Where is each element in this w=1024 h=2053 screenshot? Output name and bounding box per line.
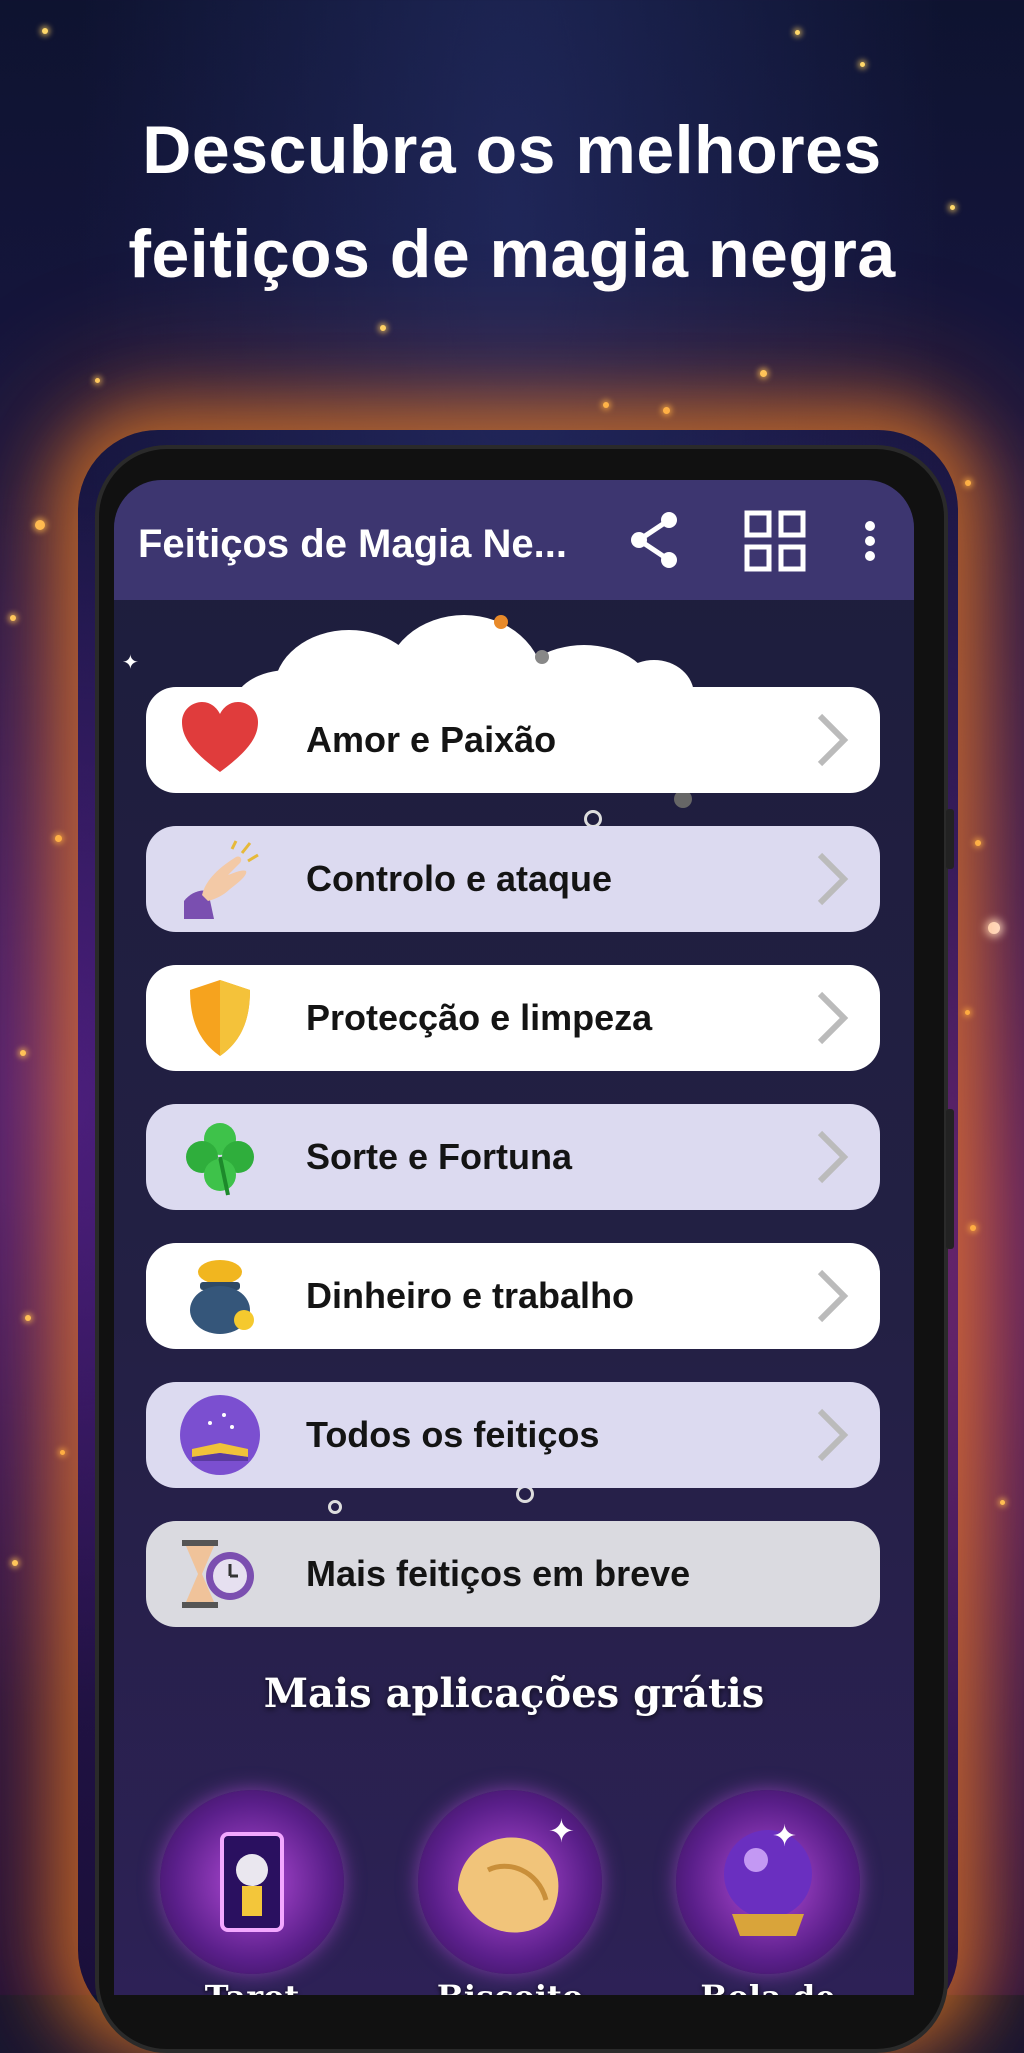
menu-item-label: Sorte e Fortuna: [306, 1136, 573, 1177]
star: [795, 30, 800, 35]
chevron-right-icon: [817, 713, 849, 767]
app-bola[interactable]: ✦: [676, 1790, 860, 1974]
app-screen: Feitiços de Magia Ne... ✦ Amor e Paixão …: [114, 480, 914, 1995]
headline-line-2: feitiços de magia negra: [128, 216, 896, 292]
svg-text:✦: ✦: [548, 1812, 575, 1850]
star: [988, 922, 1000, 934]
star: [55, 835, 62, 842]
headline-line-1: Descubra os melhores: [142, 112, 882, 188]
star: [970, 1225, 976, 1231]
star: [603, 402, 609, 408]
app-biscoito[interactable]: ✦: [418, 1790, 602, 1974]
star: [10, 615, 16, 621]
app-biscoito-label: Biscoito: [400, 1978, 620, 1995]
menu-item-controlo[interactable]: Controlo e ataque: [146, 826, 880, 932]
spellbook-icon: [180, 1395, 260, 1475]
menu-item-proteccao[interactable]: Protecção e limpeza: [146, 965, 880, 1071]
crystal-ball-icon: ✦: [724, 1819, 812, 1936]
more-apps-title: Mais aplicações grátis: [263, 1670, 765, 1717]
magic-hand-icon: [184, 840, 259, 919]
star: [20, 1050, 26, 1056]
sparkle-icon: ✦: [122, 652, 139, 674]
shield-icon: [190, 980, 250, 1056]
menu-item-label: Mais feitiços em breve: [306, 1553, 691, 1594]
star: [663, 407, 670, 414]
star: [380, 325, 386, 331]
menu-item-sorte[interactable]: Sorte e Fortuna: [146, 1104, 880, 1210]
phone-side-button: [946, 1109, 954, 1249]
grid-view-icon[interactable]: [744, 510, 806, 572]
phone-side-button: [946, 809, 954, 869]
app-title: Feitiços de Magia Ne...: [138, 522, 568, 566]
menu-item-todos[interactable]: Todos os feitiços: [146, 1382, 880, 1488]
star: [42, 28, 48, 34]
app-bar: Feitiços de Magia Ne...: [114, 480, 914, 600]
star: [965, 1010, 970, 1015]
menu-item-label: Todos os feitiços: [306, 1414, 600, 1455]
heart-icon: [182, 702, 258, 772]
chevron-right-icon: [817, 1408, 849, 1462]
app-bola-label: Bola de: [658, 1978, 878, 1995]
star: [860, 62, 865, 67]
app-tarot-label: Tarot: [142, 1978, 362, 1995]
chevron-right-icon: [817, 991, 849, 1045]
sparkle-dot: [494, 615, 508, 629]
menu-item-dinheiro[interactable]: Dinheiro e trabalho: [146, 1243, 880, 1349]
star: [60, 1450, 65, 1455]
tarot-icon: [220, 1832, 284, 1932]
more-vertical-icon[interactable]: [858, 516, 882, 566]
chevron-right-icon: [817, 1269, 849, 1323]
star: [25, 1315, 31, 1321]
app-tarot[interactable]: [160, 1790, 344, 1974]
pot-of-gold-icon: [190, 1260, 254, 1334]
sparkle-ring: [328, 1500, 342, 1514]
menu-item-amor[interactable]: Amor e Paixão: [146, 687, 880, 793]
chevron-right-icon: [817, 852, 849, 906]
menu-item-label: Dinheiro e trabalho: [306, 1275, 635, 1316]
fortune-cookie-icon: ✦: [458, 1812, 575, 1933]
hourglass-clock-icon: [182, 1540, 254, 1608]
sparkle-dot: [535, 650, 549, 664]
promo-headline: Descubra os melhores feitiços de magia n…: [0, 98, 1024, 306]
share-icon[interactable]: [624, 510, 684, 570]
star: [1000, 1500, 1005, 1505]
chevron-right-icon: [817, 1130, 849, 1184]
menu-item-em-breve[interactable]: Mais feitiços em breve: [146, 1521, 880, 1627]
star: [35, 520, 45, 530]
menu-item-label: Protecção e limpeza: [306, 997, 653, 1038]
menu-item-label: Amor e Paixão: [306, 719, 557, 760]
menu-item-label: Controlo e ataque: [306, 858, 613, 899]
star: [975, 840, 981, 846]
star: [95, 378, 100, 383]
star: [760, 370, 767, 377]
svg-text:✦: ✦: [772, 1819, 797, 1854]
star: [965, 480, 971, 486]
clover-icon: [186, 1123, 254, 1196]
star: [12, 1560, 18, 1566]
